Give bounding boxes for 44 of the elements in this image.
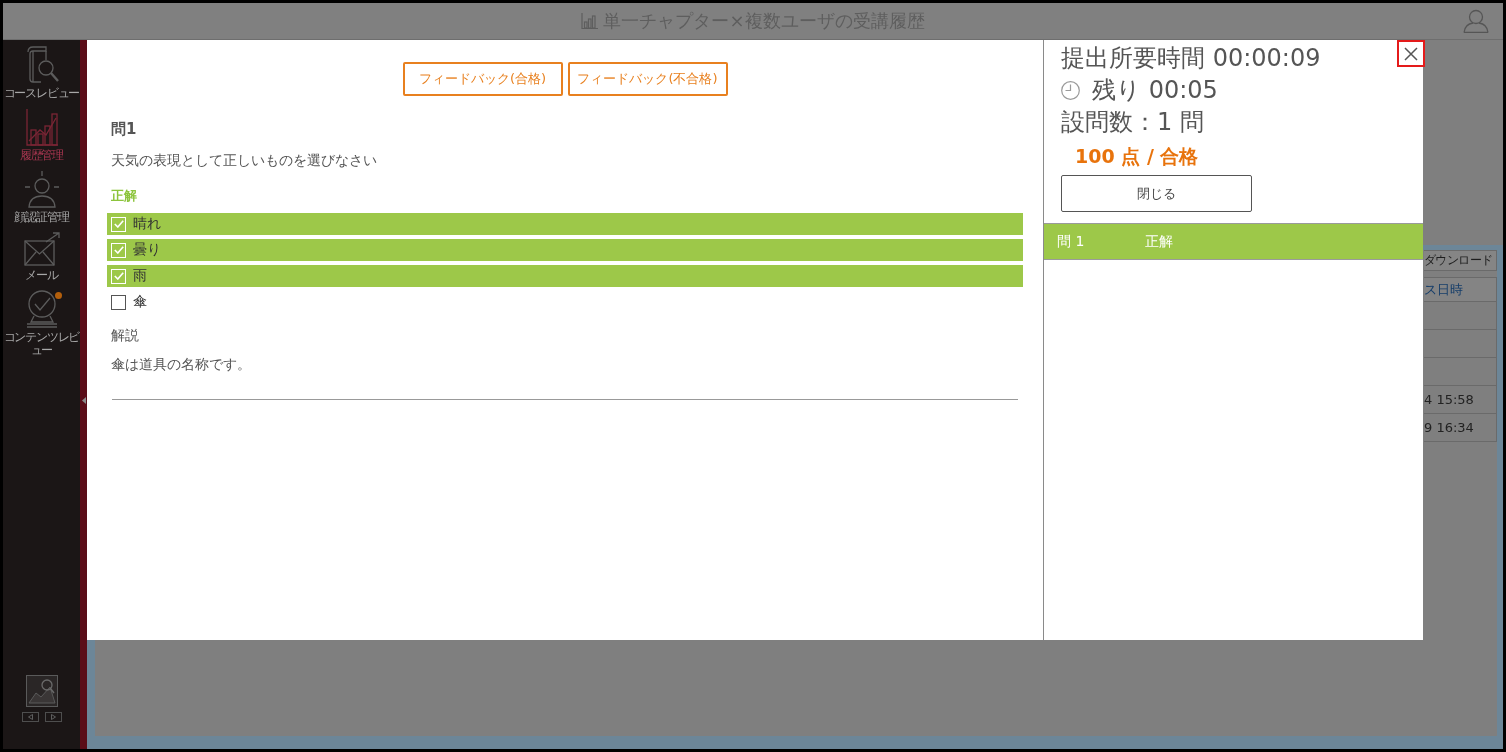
question-number: 問1 [111, 120, 138, 138]
close-icon [1404, 46, 1418, 61]
clock-icon [1061, 80, 1080, 100]
user-icon[interactable] [1463, 9, 1489, 33]
checkmark-icon [113, 246, 124, 254]
checkmark-icon [113, 220, 124, 228]
question-count: 設問数：1 問 [1061, 107, 1204, 138]
sidebar-item[interactable]: メール [3, 232, 80, 282]
result-status: 正解 [1145, 232, 1173, 251]
collapse-arrow-icon[interactable] [81, 397, 86, 404]
close-button[interactable] [1397, 40, 1425, 67]
explanation-heading: 解説 [111, 326, 140, 344]
checkmark-icon [113, 272, 124, 280]
image-icon[interactable] [25, 675, 58, 707]
bar-chart-icon [581, 13, 599, 29]
envelope-icon [23, 232, 60, 266]
left-triangle-icon [27, 714, 33, 720]
sidebar-item[interactable]: 顔認証管理 [3, 170, 80, 224]
remaining-time: 残り 00:05 [1092, 75, 1218, 106]
elapsed-time: 提出所要時間 00:00:09 [1061, 43, 1321, 74]
right-triangle-icon [50, 714, 56, 720]
table-cell: 9 16:34 [1424, 414, 1497, 442]
person-icon [23, 170, 60, 208]
book-magnifier-icon [24, 46, 59, 84]
sidebar-item[interactable]: コースレビュー [3, 46, 80, 100]
next-button[interactable] [44, 712, 62, 722]
previous-button[interactable] [21, 712, 39, 722]
option-label: 曇り [133, 241, 161, 259]
explanation-text: 傘は道具の名称です。 [111, 355, 252, 373]
score-result: 100 点 / 合格 [1075, 145, 1199, 167]
option-label: 晴れ [133, 215, 161, 233]
table-cell: 4 15:58 [1424, 386, 1497, 414]
check-badge-icon [24, 290, 59, 328]
answer-heading: 正解 [111, 188, 138, 204]
result-question: 問 1 [1057, 232, 1086, 251]
sidebar-item[interactable]: コンテンツレビュー [3, 290, 80, 357]
checkbox[interactable] [111, 294, 126, 310]
option-label: 雨 [133, 267, 147, 285]
download-button[interactable]: ダウンロード [1424, 250, 1497, 271]
option-label: 傘 [133, 293, 147, 311]
close-dialog-button[interactable]: 閉じる [1061, 175, 1252, 212]
question-text: 天気の表現として正しいものを選びなさい [111, 151, 378, 169]
table-header-cell: ス日時 [1424, 277, 1497, 302]
bar-chart-icon [24, 108, 59, 146]
